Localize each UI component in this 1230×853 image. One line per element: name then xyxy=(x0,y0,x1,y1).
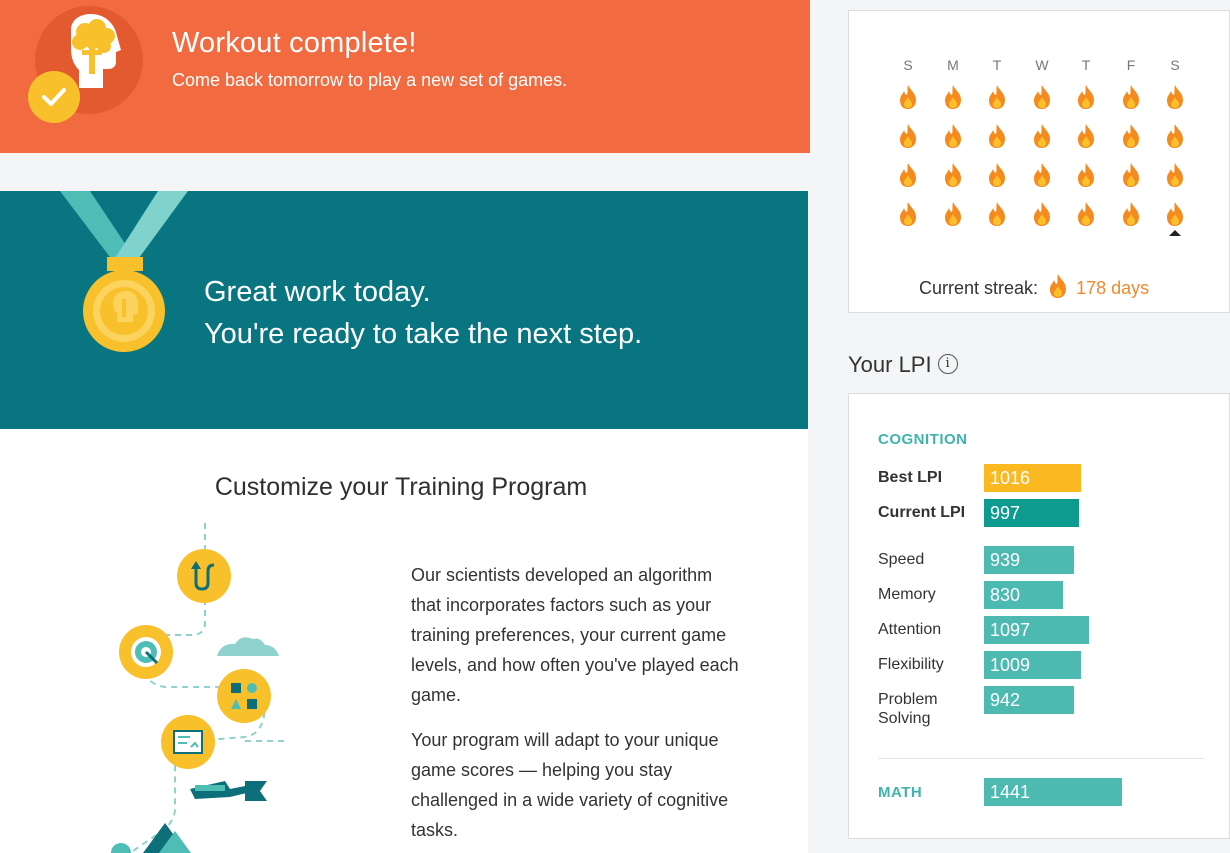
problem-solving-bar: 942 xyxy=(984,686,1074,714)
weekday-label: W xyxy=(1035,57,1049,73)
adapt-paragraph: Your program will adapt to your unique g… xyxy=(411,725,781,845)
memory-bar: 830 xyxy=(984,581,1063,609)
weekday-label: S xyxy=(1170,57,1180,73)
workout-complete-banner: Workout complete! Come back tomorrow to … xyxy=(0,0,810,153)
lpi-title: Your LPI xyxy=(848,352,932,377)
streak-flame-icon xyxy=(986,162,1008,188)
cognition-label: COGNITION xyxy=(878,431,968,448)
current-streak-label: Current streak: xyxy=(919,278,1039,298)
flexibility-label: Flexibility xyxy=(878,656,944,673)
streak-flame-icon xyxy=(1075,162,1097,188)
customize-title: Customize your Training Program xyxy=(214,473,588,501)
streak-flame-icon xyxy=(897,162,919,188)
para1-line: that incorporates factors such as your xyxy=(411,595,712,615)
speed-label: Speed xyxy=(878,551,925,568)
training-path-illustration xyxy=(111,523,285,853)
main-column: Workout complete! Come back tomorrow to … xyxy=(0,0,810,853)
streak-flame-icon xyxy=(1120,84,1142,110)
problem-solving-label-line2: Solving xyxy=(878,710,931,727)
streak-flame-icon xyxy=(1164,201,1186,227)
streak-flame-icon xyxy=(1164,84,1186,110)
weekday-label: S xyxy=(903,57,913,73)
today-marker-icon xyxy=(1169,230,1181,236)
your-lpi-heading: Your LPI i xyxy=(848,352,958,378)
streak-flame-icon xyxy=(1031,201,1053,227)
lpi-divider xyxy=(878,758,1204,759)
current-streak-value: 178 days xyxy=(1076,278,1150,298)
current-streak: Current streak: 178 days xyxy=(919,273,1149,299)
great-work-line1: Great work today. xyxy=(204,276,431,308)
streak-flame-icon xyxy=(986,201,1008,227)
streak-flame-icon xyxy=(1120,123,1142,149)
current-lpi-bar: 997 xyxy=(984,499,1079,527)
para1-line: training preferences, your current game xyxy=(411,625,727,645)
current-lpi-label: Current LPI xyxy=(878,504,966,521)
streak-flame-icon xyxy=(897,201,919,227)
streak-flame-icon xyxy=(1120,162,1142,188)
banner-subtitle: Come back tomorrow to play a new set of … xyxy=(172,70,568,90)
customize-section: Customize your Training Program Our scie… xyxy=(0,429,808,853)
streak-flame-icon xyxy=(942,201,964,227)
para2-line: Your program will adapt to your unique xyxy=(411,730,719,750)
para2-line: tasks. xyxy=(411,820,459,840)
problem-solving-label-line1: Problem xyxy=(878,691,938,708)
streak-calendar-card: S M T W T F S Current streak: 178 days xyxy=(848,10,1230,313)
great-work-panel: Great work today. You're ready to take t… xyxy=(0,191,808,429)
great-work-line2: You're ready to take the next step. xyxy=(204,318,643,350)
math-bar: 1441 xyxy=(984,778,1122,806)
streak-flame-icon xyxy=(986,123,1008,149)
flame-icon xyxy=(1050,274,1067,298)
streak-flame-icon xyxy=(986,84,1008,110)
streak-flame-icon xyxy=(1031,123,1053,149)
streak-flame-icon xyxy=(1120,201,1142,227)
banner-title: Workout complete! xyxy=(172,27,417,59)
math-label: MATH xyxy=(878,784,923,801)
streak-flame-icon xyxy=(1075,84,1097,110)
attention-label: Attention xyxy=(878,621,942,638)
streak-flame-icon xyxy=(1164,162,1186,188)
checkmark-icon xyxy=(28,71,80,123)
streak-flame-icon xyxy=(897,84,919,110)
weekday-label: M xyxy=(947,57,959,73)
streak-flame-icon xyxy=(1075,123,1097,149)
streak-flame-icon xyxy=(1031,84,1053,110)
medal-icon xyxy=(60,191,188,352)
best-lpi-label: Best LPI xyxy=(878,469,943,486)
lpi-card: COGNITION Best LPI 1016 Current LPI 997 … xyxy=(848,393,1230,839)
streak-flame-icon xyxy=(1075,201,1097,227)
para2-line: challenged in a wide variety of cognitiv… xyxy=(411,790,729,810)
speed-bar: 939 xyxy=(984,546,1074,574)
streak-flame-icon xyxy=(1031,162,1053,188)
attention-bar: 1097 xyxy=(984,616,1089,644)
great-work-heading: Great work today. You're ready to take t… xyxy=(204,271,642,355)
para2-line: game scores — helping you stay xyxy=(411,760,673,780)
weekday-label: T xyxy=(992,57,1002,73)
algorithm-paragraph: Our scientists developed an algorithm th… xyxy=(411,560,781,710)
memory-label: Memory xyxy=(878,586,936,603)
problem-solving-label: Problem Solving xyxy=(878,691,938,728)
para1-line: game. xyxy=(411,685,462,705)
weekday-label: T xyxy=(1081,57,1091,73)
info-icon[interactable]: i xyxy=(937,354,958,375)
best-lpi-bar: 1016 xyxy=(984,464,1081,492)
para1-line: Our scientists developed an algorithm xyxy=(411,565,713,585)
streak-flame-icon xyxy=(897,123,919,149)
weekday-label: F xyxy=(1126,57,1136,73)
flexibility-bar: 1009 xyxy=(984,651,1081,679)
streak-flame-icon xyxy=(942,162,964,188)
streak-flame-icon xyxy=(942,84,964,110)
streak-flame-icon xyxy=(1164,123,1186,149)
streak-flame-icon xyxy=(942,123,964,149)
para1-line: levels, and how often you've played each xyxy=(411,655,739,675)
